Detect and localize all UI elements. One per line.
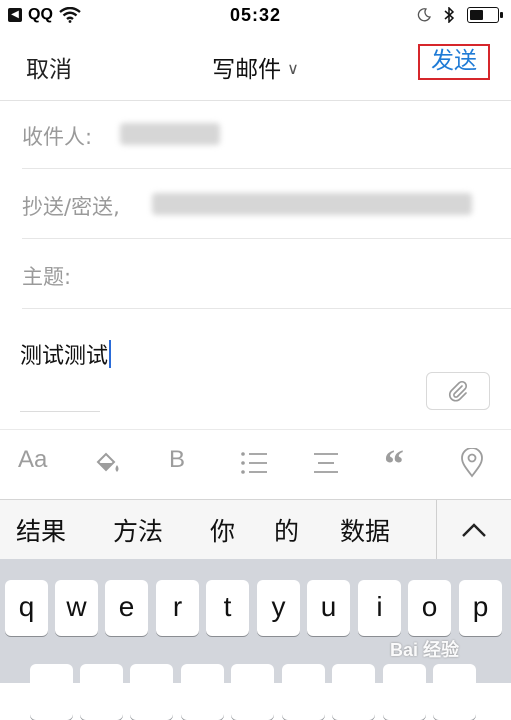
bold-icon[interactable]: B: [169, 446, 185, 474]
text-color-icon[interactable]: [92, 448, 122, 478]
expand-suggestions-button[interactable]: [437, 500, 511, 560]
align-center-icon[interactable]: [312, 450, 340, 476]
key-q[interactable]: q: [5, 580, 48, 636]
key-g[interactable]: [231, 664, 274, 720]
font-size-icon[interactable]: Aa: [18, 446, 47, 474]
key-w[interactable]: w: [55, 580, 98, 636]
moon-icon: [417, 8, 431, 22]
mail-body-input[interactable]: 测试测试: [20, 338, 112, 370]
chevron-down-icon: ∨: [287, 59, 299, 78]
suggestion-item[interactable]: 你: [210, 512, 235, 548]
battery-fill: [470, 10, 484, 20]
suggestion-item[interactable]: 数据: [340, 512, 390, 548]
key-u[interactable]: u: [307, 580, 350, 636]
location-icon[interactable]: [460, 448, 484, 478]
cc-recipient-redacted[interactable]: [152, 193, 472, 215]
cc-bcc-field[interactable]: 抄送/密送,: [22, 171, 511, 239]
key-p[interactable]: p: [459, 580, 502, 636]
key-f[interactable]: [181, 664, 224, 720]
key-j[interactable]: [332, 664, 375, 720]
cc-bcc-label: 抄送/密送,: [22, 195, 120, 219]
key-a[interactable]: [30, 664, 73, 720]
key-y[interactable]: y: [257, 580, 300, 636]
keyboard-suggestion-bar: 结果 方法 你 的 数据: [0, 499, 511, 560]
suggestion-item[interactable]: 结果: [16, 512, 66, 548]
status-right: [417, 7, 503, 23]
to-label: 收件人:: [22, 125, 93, 149]
attach-button[interactable]: [426, 372, 490, 410]
key-r[interactable]: r: [156, 580, 199, 636]
compose-nav-bar: 取消 写邮件 ∨ 发送: [0, 32, 511, 101]
key-h[interactable]: [282, 664, 325, 720]
key-i[interactable]: i: [358, 580, 401, 636]
subject-label: 主题:: [22, 265, 72, 289]
chevron-up-icon: [462, 523, 486, 537]
watermark: Bai 经验: [390, 640, 460, 660]
bullet-list-icon[interactable]: [240, 450, 268, 476]
quote-icon[interactable]: “: [384, 440, 404, 487]
key-d[interactable]: [130, 664, 173, 720]
key-l[interactable]: [433, 664, 476, 720]
keyboard: q w e r t y u i o p: [0, 559, 511, 720]
send-button[interactable]: 发送: [418, 44, 490, 80]
key-s[interactable]: [80, 664, 123, 720]
paperclip-icon: [449, 380, 468, 402]
key-o[interactable]: o: [408, 580, 451, 636]
battery-icon: [467, 7, 503, 23]
bluetooth-icon: [444, 7, 455, 23]
suggestion-item[interactable]: 的: [274, 512, 299, 548]
compose-title-text: 写邮件: [212, 57, 282, 83]
suggestion-item[interactable]: 方法: [113, 512, 163, 548]
key-e[interactable]: e: [105, 580, 148, 636]
key-k[interactable]: [383, 664, 426, 720]
mail-body-text: 测试测试: [20, 344, 109, 369]
subject-field[interactable]: 主题:: [22, 241, 511, 309]
to-field[interactable]: 收件人:: [22, 101, 511, 169]
to-recipient-redacted[interactable]: [120, 123, 220, 145]
format-toolbar: Aa B “: [0, 429, 511, 500]
status-bar: ◀ QQ 05:32: [0, 0, 511, 32]
text-cursor: [109, 340, 112, 368]
key-t[interactable]: t: [206, 580, 249, 636]
body-divider: [20, 411, 100, 412]
